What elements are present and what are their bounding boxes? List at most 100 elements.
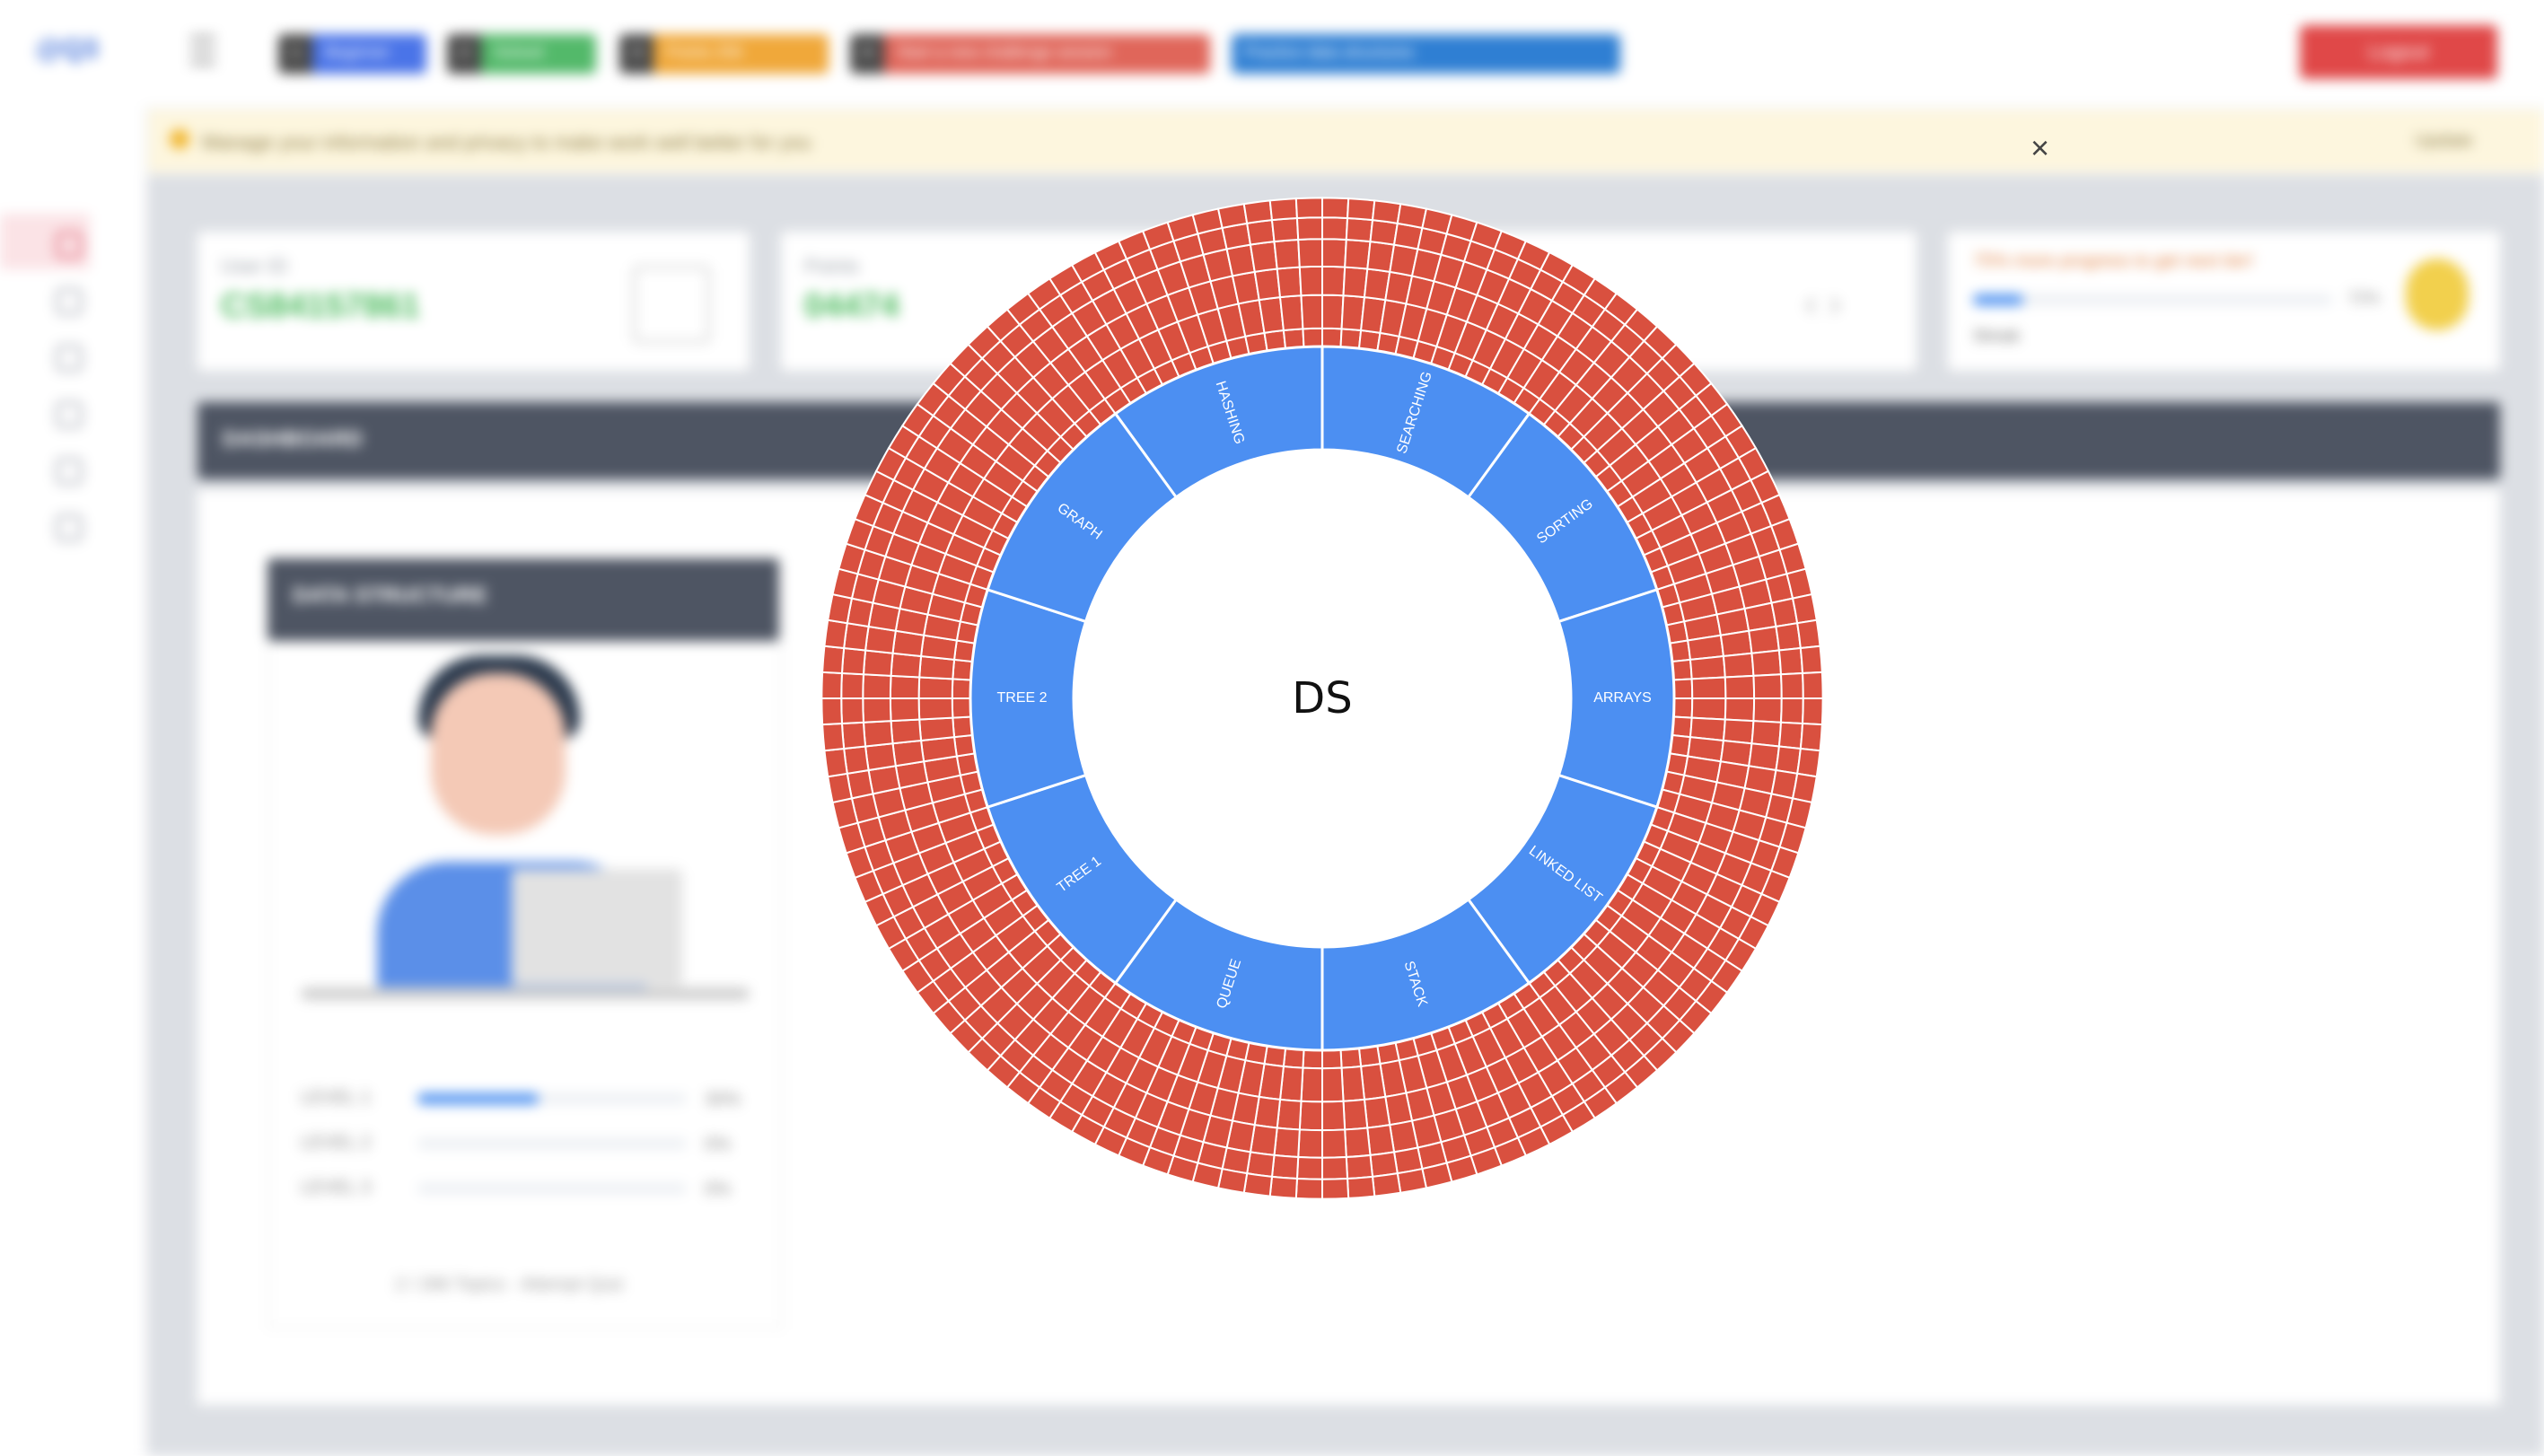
topic-segment-locked[interactable] bbox=[1779, 671, 1804, 699]
topic-segment-locked[interactable] bbox=[1369, 1151, 1399, 1178]
topic-segment-locked[interactable] bbox=[843, 745, 870, 775]
topic-segment-locked[interactable] bbox=[840, 697, 865, 725]
topic-segment-locked[interactable] bbox=[1249, 240, 1278, 273]
topic-segment-locked[interactable] bbox=[889, 674, 921, 699]
topic-segment-locked[interactable] bbox=[1295, 1155, 1323, 1180]
topic-segment-locked[interactable] bbox=[1345, 216, 1374, 243]
topic-segment-locked[interactable] bbox=[1321, 197, 1350, 220]
topic-segment-locked[interactable] bbox=[1371, 1172, 1402, 1197]
topic-segment-locked[interactable] bbox=[1268, 197, 1299, 222]
topic-segment-locked[interactable] bbox=[1345, 1153, 1374, 1180]
topic-segment-locked[interactable] bbox=[840, 721, 867, 750]
topic-segment-locked[interactable] bbox=[821, 645, 846, 675]
topic-segment-locked[interactable] bbox=[864, 742, 897, 772]
topic-segment-locked[interactable] bbox=[1369, 219, 1399, 246]
topic-segment-locked[interactable] bbox=[917, 676, 954, 699]
topic-segment-locked[interactable] bbox=[1791, 772, 1818, 804]
topic-segment-locked[interactable] bbox=[1298, 1100, 1323, 1132]
topic-segment-locked[interactable] bbox=[1342, 266, 1369, 299]
topic-segment-locked[interactable] bbox=[889, 697, 921, 723]
topic-segment-locked[interactable] bbox=[840, 646, 867, 676]
topic-segment-locked[interactable] bbox=[1346, 1175, 1376, 1199]
topic-segment-locked[interactable] bbox=[1796, 618, 1821, 650]
topic-segment-locked[interactable] bbox=[1321, 1128, 1347, 1159]
topic-segment-locked[interactable] bbox=[1300, 294, 1323, 330]
topic-segment-locked[interactable] bbox=[1295, 216, 1323, 241]
topic-segment-locked[interactable] bbox=[1779, 697, 1804, 725]
topic-segment-locked[interactable] bbox=[1276, 266, 1303, 299]
topic-segment-locked[interactable] bbox=[827, 772, 854, 804]
topic-segment-locked[interactable] bbox=[1722, 718, 1755, 745]
topic-segment-locked[interactable] bbox=[1752, 673, 1783, 699]
topic-segment-locked[interactable] bbox=[1752, 697, 1783, 724]
topic-segment-locked[interactable] bbox=[1242, 1172, 1274, 1197]
topic-segment-locked[interactable] bbox=[1216, 1167, 1249, 1194]
topic-segment-locked[interactable] bbox=[1799, 645, 1823, 675]
topic-segment-locked[interactable] bbox=[1366, 1124, 1396, 1157]
topic-segment-locked[interactable] bbox=[1321, 265, 1347, 297]
topic-segment-locked[interactable] bbox=[1777, 646, 1804, 676]
topic-segment-locked[interactable] bbox=[1775, 745, 1802, 775]
topic-segment-locked[interactable] bbox=[821, 722, 846, 752]
topic-segment-locked[interactable] bbox=[1724, 674, 1756, 699]
topic-segment-locked[interactable] bbox=[1344, 238, 1372, 270]
topic-segment-locked[interactable] bbox=[1689, 654, 1726, 680]
topic-segment-locked[interactable] bbox=[1321, 1177, 1350, 1200]
topic-segment-locked[interactable] bbox=[1321, 1066, 1345, 1103]
topic-segment-locked[interactable] bbox=[1278, 294, 1304, 332]
topic-segment-locked[interactable] bbox=[917, 697, 954, 721]
topic-segment-locked[interactable] bbox=[1690, 697, 1727, 721]
topic-segment-locked[interactable] bbox=[1268, 1175, 1299, 1199]
topic-segment-locked[interactable] bbox=[862, 673, 892, 699]
topic-segment-locked[interactable] bbox=[862, 697, 892, 724]
topic-segment-locked[interactable] bbox=[1799, 722, 1823, 752]
topic-segment-locked[interactable] bbox=[1344, 1127, 1372, 1159]
topic-segment-locked[interactable] bbox=[1276, 1098, 1303, 1131]
topic-segment-locked[interactable] bbox=[823, 618, 848, 650]
topic-segment-locked[interactable] bbox=[1297, 1128, 1323, 1159]
topic-segment-locked[interactable] bbox=[1270, 216, 1300, 243]
topic-segment-locked[interactable] bbox=[1273, 238, 1301, 270]
topic-segment-locked[interactable] bbox=[1750, 649, 1783, 677]
topic-segment-locked[interactable] bbox=[1791, 592, 1818, 625]
topic-segment-locked[interactable] bbox=[1342, 1098, 1369, 1131]
topic-segment-locked[interactable] bbox=[1246, 219, 1276, 246]
topic-segment-locked[interactable] bbox=[862, 649, 894, 677]
topic-segment-locked[interactable] bbox=[1273, 1127, 1301, 1159]
topic-segment-locked[interactable] bbox=[1340, 1065, 1366, 1102]
topic-segment-locked[interactable] bbox=[827, 592, 854, 625]
topic-segment-locked[interactable] bbox=[1775, 622, 1802, 652]
topic-segment-locked[interactable] bbox=[890, 652, 923, 679]
topic-segment-locked[interactable] bbox=[1396, 203, 1428, 230]
topic-segment-locked[interactable] bbox=[1216, 203, 1249, 230]
topic-segment-locked[interactable] bbox=[1750, 720, 1783, 748]
topic-segment-locked[interactable] bbox=[840, 671, 865, 699]
topic-segment-locked[interactable] bbox=[1294, 197, 1323, 220]
topic-segment-locked[interactable] bbox=[1321, 294, 1345, 330]
topic-segment-locked[interactable] bbox=[1270, 1153, 1300, 1180]
topic-segment-locked[interactable] bbox=[1253, 268, 1282, 302]
topic-segment-locked[interactable] bbox=[862, 720, 894, 748]
topic-segment-locked[interactable] bbox=[1777, 721, 1804, 750]
topic-segment-locked[interactable] bbox=[1801, 671, 1824, 699]
topic-segment-locked[interactable] bbox=[820, 671, 844, 699]
close-icon[interactable]: × bbox=[2031, 132, 2057, 164]
topic-segment-locked[interactable] bbox=[1719, 629, 1753, 658]
topic-segment-locked[interactable] bbox=[1321, 216, 1349, 241]
topic-segment-locked[interactable] bbox=[1722, 652, 1755, 679]
topic-segment-locked[interactable] bbox=[1298, 265, 1323, 297]
topic-segment-locked[interactable] bbox=[843, 622, 870, 652]
topic-segment-locked[interactable] bbox=[1801, 697, 1824, 726]
topic-segment-locked[interactable] bbox=[1371, 199, 1402, 224]
topic-segment-locked[interactable] bbox=[1246, 1151, 1276, 1178]
topic-segment-locked[interactable] bbox=[891, 739, 925, 767]
topic-segment-locked[interactable] bbox=[1321, 1155, 1349, 1180]
topic-segment-locked[interactable] bbox=[1796, 747, 1821, 778]
topic-segment-locked[interactable] bbox=[1297, 238, 1323, 268]
topic-segment-locked[interactable] bbox=[1748, 625, 1781, 654]
topic-segment-locked[interactable] bbox=[1294, 1177, 1323, 1200]
topic-segment-locked[interactable] bbox=[1242, 199, 1274, 224]
topic-segment-locked[interactable] bbox=[890, 718, 923, 745]
topic-segment-locked[interactable] bbox=[1321, 1100, 1347, 1132]
topic-segment-locked[interactable] bbox=[1300, 1066, 1323, 1103]
